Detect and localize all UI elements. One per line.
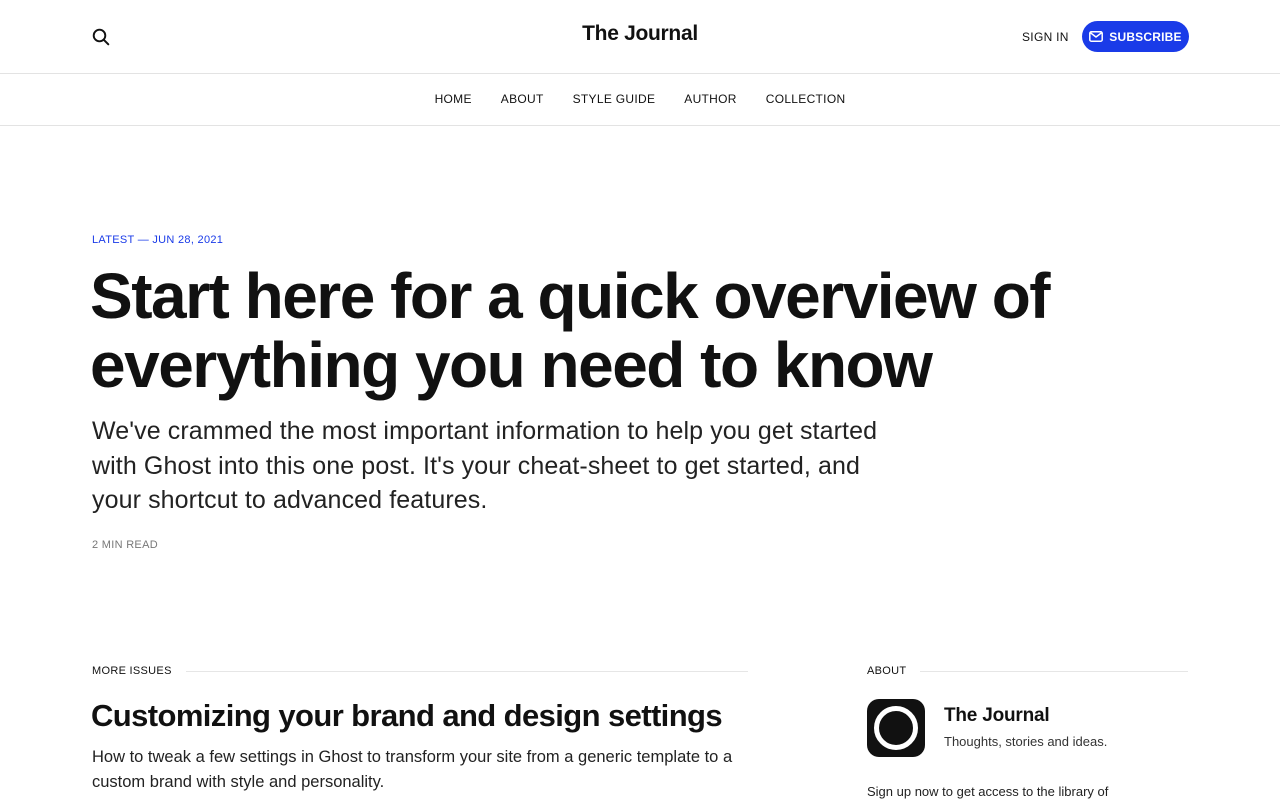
nav-item-style-guide[interactable]: STYLE GUIDE [573, 92, 656, 106]
logo-ring [874, 706, 918, 750]
subscribe-button[interactable]: SUBSCRIBE [1082, 21, 1189, 52]
about-label: ABOUT [867, 665, 907, 677]
sign-in-link[interactable]: SIGN IN [1022, 30, 1069, 44]
site-header: The Journal SIGN IN SUBSCRIBE [0, 0, 1280, 74]
about-heading: ABOUT [867, 665, 1188, 677]
nav-item-author[interactable]: AUTHOR [684, 92, 736, 106]
mail-icon [1089, 31, 1104, 42]
more-issues-divider [185, 670, 748, 672]
latest-post-read-time: 2 MIN READ [92, 539, 158, 551]
nav-list: HOME ABOUT STYLE GUIDE AUTHOR COLLECTION [0, 92, 1280, 106]
about-site-description: Thoughts, stories and ideas. [944, 734, 1108, 749]
latest-post-excerpt: We've crammed the most important informa… [92, 417, 878, 514]
about-divider [920, 670, 1188, 672]
about-signup-text: Sign up now to get access to the library… [867, 784, 1109, 799]
post-excerpt: How to tweak a few settings in Ghost to … [92, 748, 733, 791]
latest-post-meta: LATEST — JUN 28, 2021 [92, 234, 224, 246]
post-title[interactable]: Customizing your brand and design settin… [91, 698, 723, 734]
subscribe-label: SUBSCRIBE [1109, 29, 1182, 44]
site-title-link[interactable]: The Journal [582, 22, 698, 45]
nav-item-about[interactable]: ABOUT [501, 92, 544, 106]
nav-item-collection[interactable]: COLLECTION [766, 92, 846, 106]
more-issues-label: MORE ISSUES [92, 665, 172, 677]
logo-icon [867, 699, 925, 757]
main-nav: HOME ABOUT STYLE GUIDE AUTHOR COLLECTION [0, 74, 1280, 126]
nav-item-home[interactable]: HOME [435, 92, 472, 106]
more-issues-heading: MORE ISSUES [92, 665, 748, 677]
about-site-name: The Journal [944, 705, 1050, 726]
latest-post-title[interactable]: Start here for a quick overview of every… [90, 262, 1190, 400]
